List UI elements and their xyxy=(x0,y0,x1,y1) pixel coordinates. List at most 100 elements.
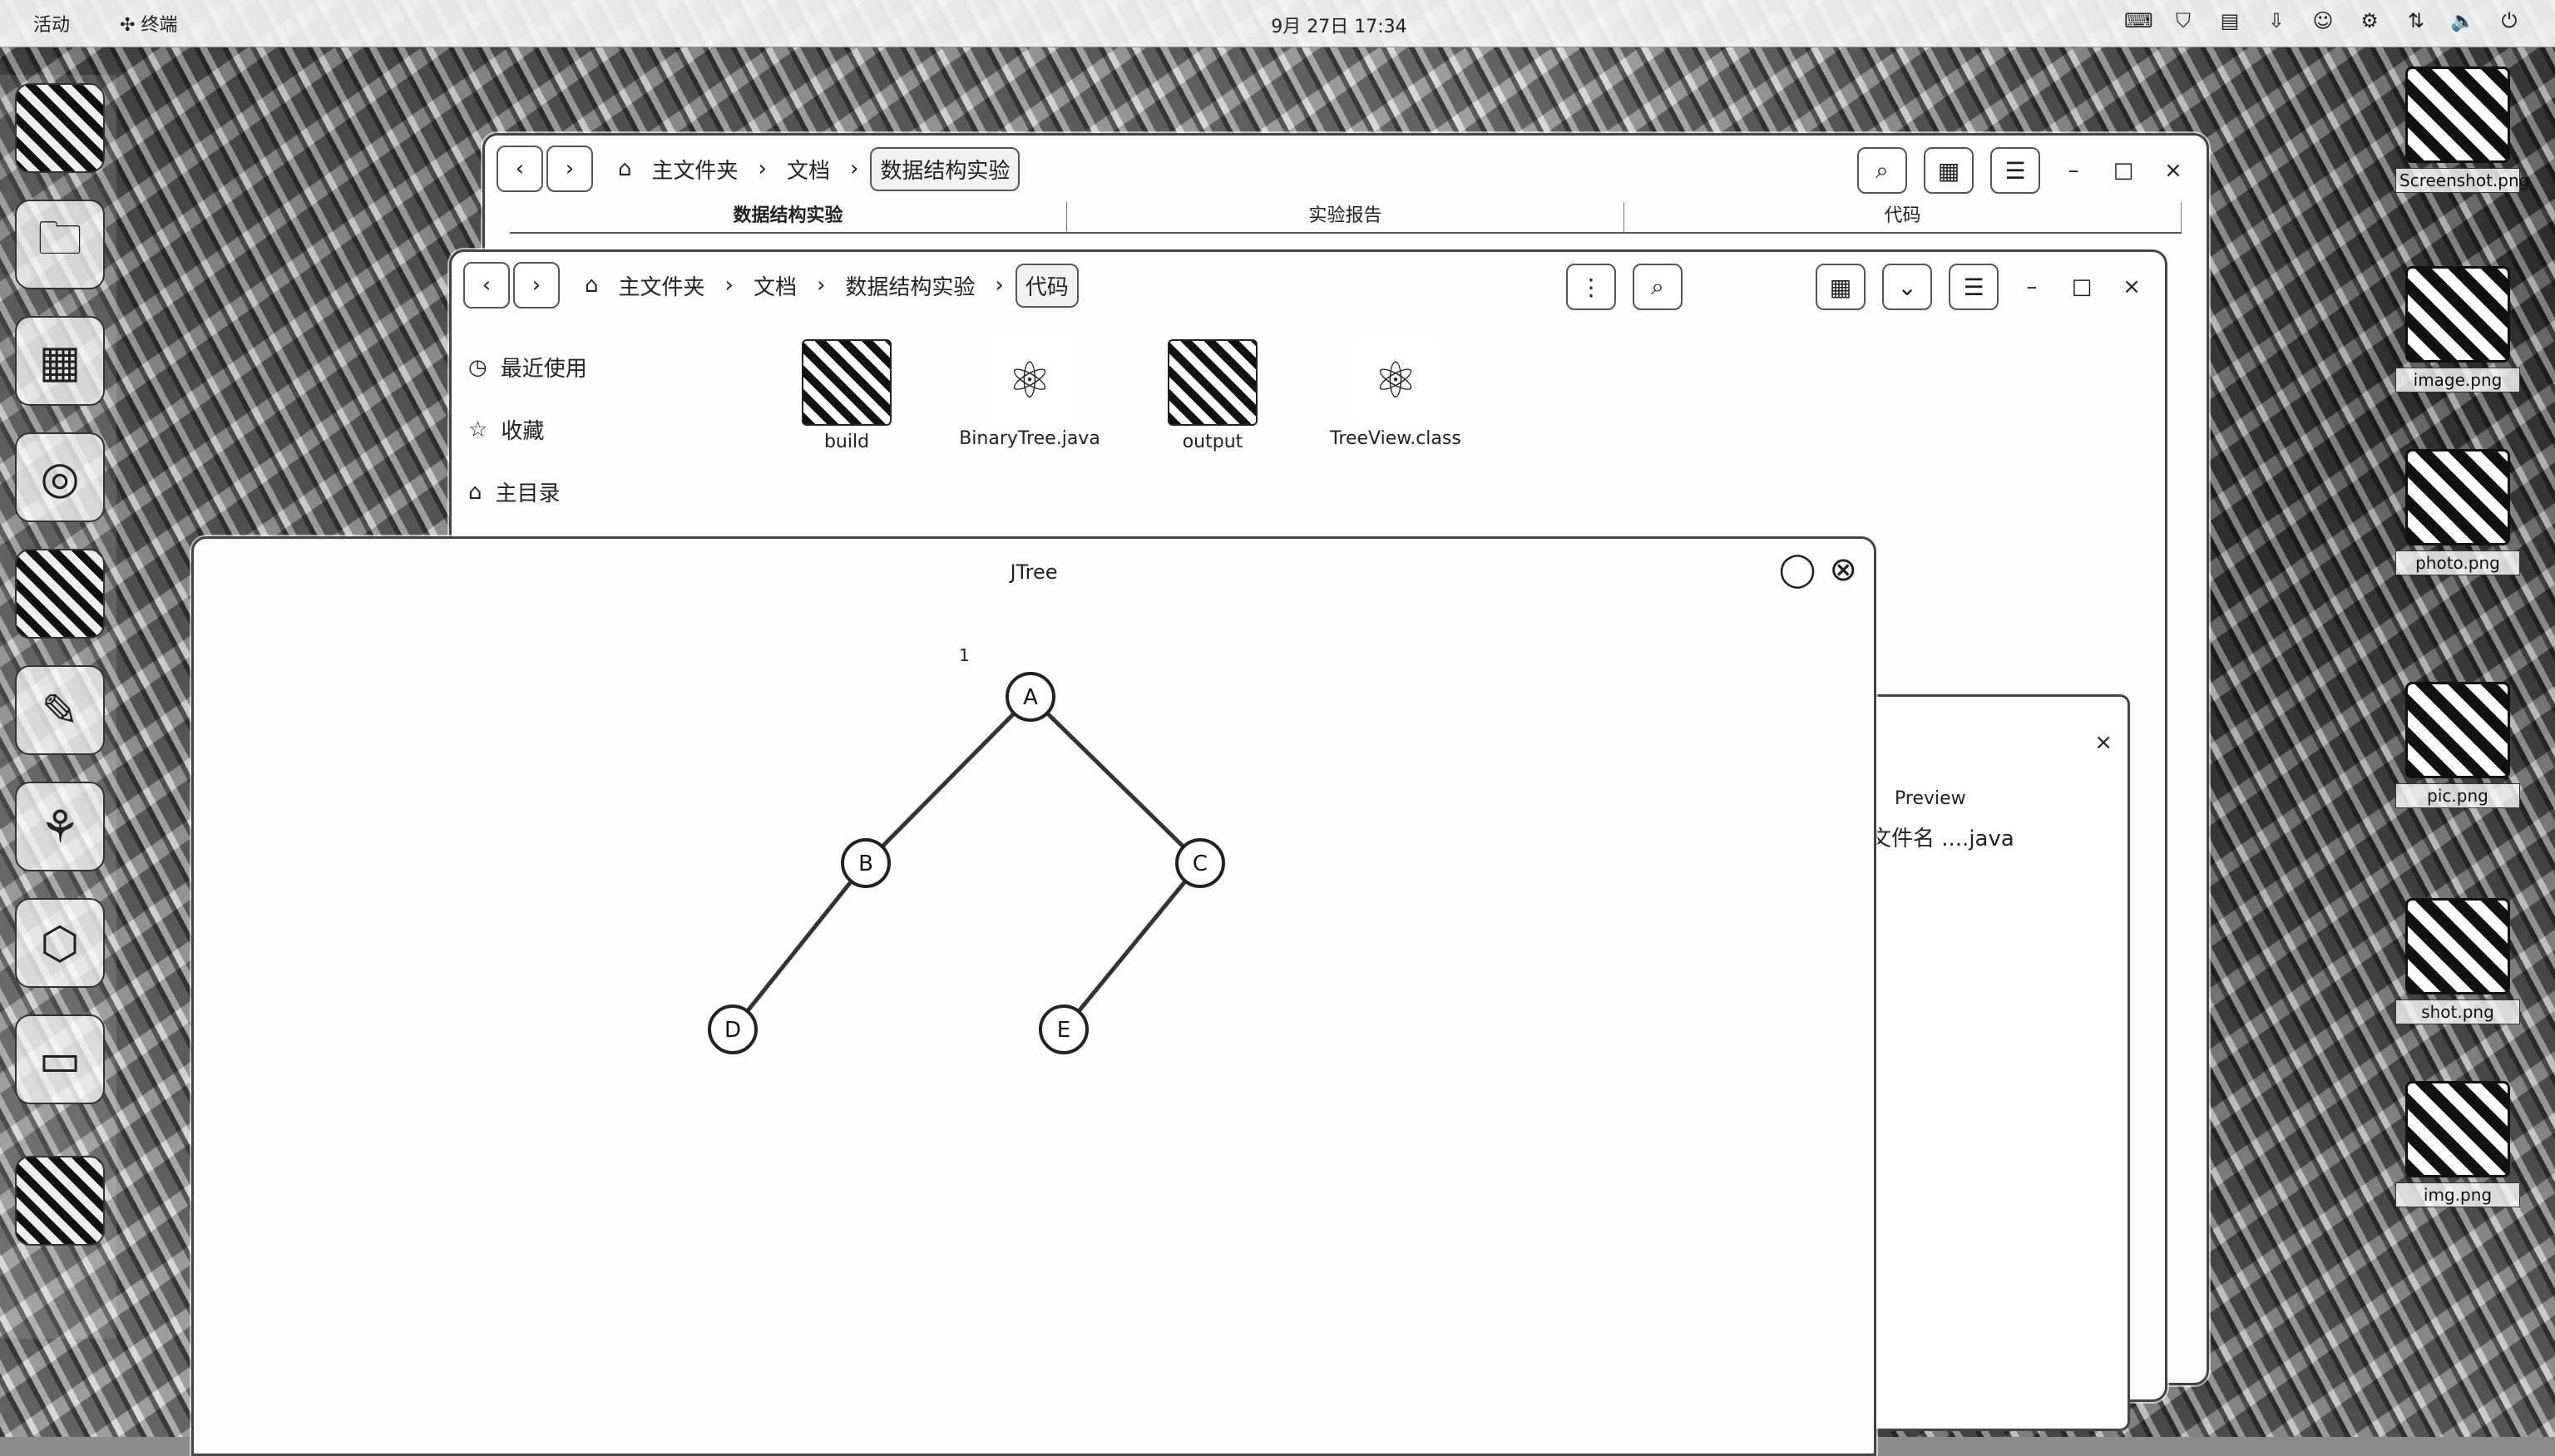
user-icon[interactable]: ☺ xyxy=(2310,8,2335,33)
close-button[interactable]: × xyxy=(2115,270,2148,304)
sidebar-item-starred[interactable]: ☆ 收藏 xyxy=(468,414,544,445)
files-app-icon[interactable]: 🗀 xyxy=(15,200,105,289)
system-tray: ⌨ ⛉ ▤ ⇩ ☺ ⚙ ⇅ 🔈 ⏻ xyxy=(2124,8,2522,33)
app-grid-icon[interactable] xyxy=(15,1156,105,1246)
desktop-file-label: Screenshot.png xyxy=(2395,168,2529,193)
shield-icon[interactable]: ⛉ xyxy=(2171,8,2196,33)
clipboard-icon[interactable]: ▤ xyxy=(2217,8,2242,33)
more-vertical-icon: ⋮ xyxy=(1579,273,1603,301)
preview-window[interactable]: × Preview 文件名 ....java xyxy=(1859,694,2130,1431)
chevron-right-icon: › xyxy=(849,156,859,181)
image-file-icon xyxy=(2405,449,2510,545)
tab[interactable]: 数据结构实验 xyxy=(510,202,1067,232)
editor-app-icon[interactable]: ▭ xyxy=(15,1014,105,1104)
jtree-window[interactable]: JTree ◯ ⊗ 1 ABCDE xyxy=(191,536,1876,1456)
crumb[interactable]: 主文件夹 xyxy=(610,265,714,306)
file-label: BinaryTree.java xyxy=(959,428,1100,449)
home-icon: ⌂ xyxy=(618,156,632,181)
file-item[interactable]: ⚛ BinaryTree.java xyxy=(946,339,1113,451)
image-file-icon xyxy=(2405,682,2510,778)
desktop-file[interactable]: Screenshot.png xyxy=(2395,67,2529,193)
minimize-button[interactable]: – xyxy=(2015,270,2048,304)
network-icon[interactable]: ⇅ xyxy=(2404,8,2429,33)
forward-button[interactable]: › xyxy=(513,262,560,308)
chevron-right-icon: › xyxy=(724,273,734,298)
image-app-icon[interactable] xyxy=(15,83,105,173)
calculator-app-icon[interactable]: ▦ xyxy=(15,316,105,406)
breadcrumb: ⌂ 主文件夹 › 文档 › 数据结构实验 xyxy=(618,146,1021,191)
cube-app-icon[interactable]: ⬡ xyxy=(15,898,105,988)
crumb[interactable]: 主文件夹 xyxy=(644,149,747,190)
sort-button[interactable]: ⌄ xyxy=(1882,264,1932,310)
menu-button[interactable]: ☰ xyxy=(1990,147,2040,194)
minimize-button[interactable]: ◯ xyxy=(1779,550,1816,589)
hamburger-icon: ☰ xyxy=(1963,273,1984,301)
crumb[interactable]: 数据结构实验 xyxy=(837,265,983,306)
file-label: build xyxy=(823,432,870,452)
crumb[interactable]: 数据结构实验 xyxy=(870,146,1021,191)
tree-node-label: A xyxy=(1023,685,1038,710)
download-icon[interactable]: ⇩ xyxy=(2264,8,2289,33)
volume-icon[interactable]: 🔈 xyxy=(2450,8,2475,33)
tree-node[interactable]: B xyxy=(841,838,891,888)
chevron-down-icon: ⌄ xyxy=(1897,273,1917,301)
desktop-file[interactable]: photo.png xyxy=(2395,449,2520,575)
tab-bar: 数据结构实验 实验报告 代码 xyxy=(510,202,2182,234)
clock[interactable]: 9月 27日 17:34 xyxy=(1231,12,1447,38)
minimize-button[interactable]: – xyxy=(2057,154,2090,187)
search-button[interactable]: ⌕ xyxy=(1633,264,1683,310)
hamburger-icon: ☰ xyxy=(2004,156,2026,185)
maximize-button[interactable]: □ xyxy=(2065,270,2098,304)
crumb[interactable]: 代码 xyxy=(1015,263,1079,308)
sidebar-item-recent[interactable]: ◷ 最近使用 xyxy=(468,352,587,383)
desktop-file-label: photo.png xyxy=(2395,550,2520,575)
tree-node[interactable]: E xyxy=(1039,1004,1089,1054)
crumb[interactable]: 文档 xyxy=(745,265,805,306)
desktop-file[interactable]: img.png xyxy=(2395,1081,2520,1207)
chevron-right-icon: › xyxy=(816,273,826,298)
tree-node[interactable]: C xyxy=(1175,838,1225,888)
back-window-header: ‹ › ⌂ 主文件夹 › 文档 › 数据结构实验 ⌕ ▦ ☰ – □ × xyxy=(485,136,2207,202)
back-button[interactable]: ‹ xyxy=(463,262,510,308)
input-icon[interactable]: ⌨ xyxy=(2124,8,2153,33)
file-item[interactable]: build xyxy=(764,339,930,454)
close-button[interactable]: ⊗ xyxy=(1829,550,1857,589)
file-item[interactable]: output xyxy=(1129,339,1296,454)
close-button[interactable]: × xyxy=(2094,730,2113,755)
sidebar-item-label: 主目录 xyxy=(495,481,561,506)
activities-button[interactable]: 活动 xyxy=(33,10,70,37)
desktop-file[interactable]: shot.png xyxy=(2395,898,2520,1024)
photo-app-icon[interactable] xyxy=(15,549,105,639)
crumb[interactable]: 文档 xyxy=(778,149,838,190)
file-item[interactable]: ⚛ TreeView.class xyxy=(1312,339,1479,451)
tree-node-label: E xyxy=(1057,1018,1070,1043)
settings-icon[interactable]: ⚙ xyxy=(2357,8,2382,33)
desktop-file[interactable]: pic.png xyxy=(2395,682,2520,808)
window-controls: ◯ ⊗ xyxy=(1779,550,1857,589)
desktop-file[interactable]: image.png xyxy=(2395,266,2520,392)
home-icon: ⌂ xyxy=(468,479,482,505)
chevron-right-icon: › xyxy=(995,273,1004,298)
close-button[interactable]: × xyxy=(2157,154,2190,187)
tree-edge xyxy=(731,861,867,1031)
folder-icon xyxy=(802,339,892,426)
back-button[interactable]: ‹ xyxy=(497,146,543,192)
view-toggle-button[interactable]: ▦ xyxy=(1816,264,1866,310)
menu-button[interactable]: ☰ xyxy=(1949,264,1999,310)
power-icon[interactable]: ⏻ xyxy=(2497,8,2522,33)
desktop-file-label: pic.png xyxy=(2395,783,2520,808)
browser-app-icon[interactable]: ◎ xyxy=(15,432,105,522)
tree-node[interactable]: A xyxy=(1006,672,1055,722)
network-app-icon[interactable]: ⚘ xyxy=(15,782,105,871)
tree-node[interactable]: D xyxy=(708,1004,758,1054)
sidebar-item-home[interactable]: ⌂ 主目录 xyxy=(468,476,561,507)
tab[interactable]: 实验报告 xyxy=(1067,202,1624,232)
maximize-button[interactable]: □ xyxy=(2107,154,2140,187)
tab[interactable]: 代码 xyxy=(1624,202,2182,232)
forward-button[interactable]: › xyxy=(546,146,593,192)
more-button[interactable]: ⋮ xyxy=(1566,264,1616,310)
search-button[interactable]: ⌕ xyxy=(1857,147,1907,194)
paint-app-icon[interactable]: ✎ xyxy=(15,665,105,755)
view-toggle-button[interactable]: ▦ xyxy=(1924,147,1974,194)
app-menu[interactable]: ✣ 终端 xyxy=(120,10,177,37)
